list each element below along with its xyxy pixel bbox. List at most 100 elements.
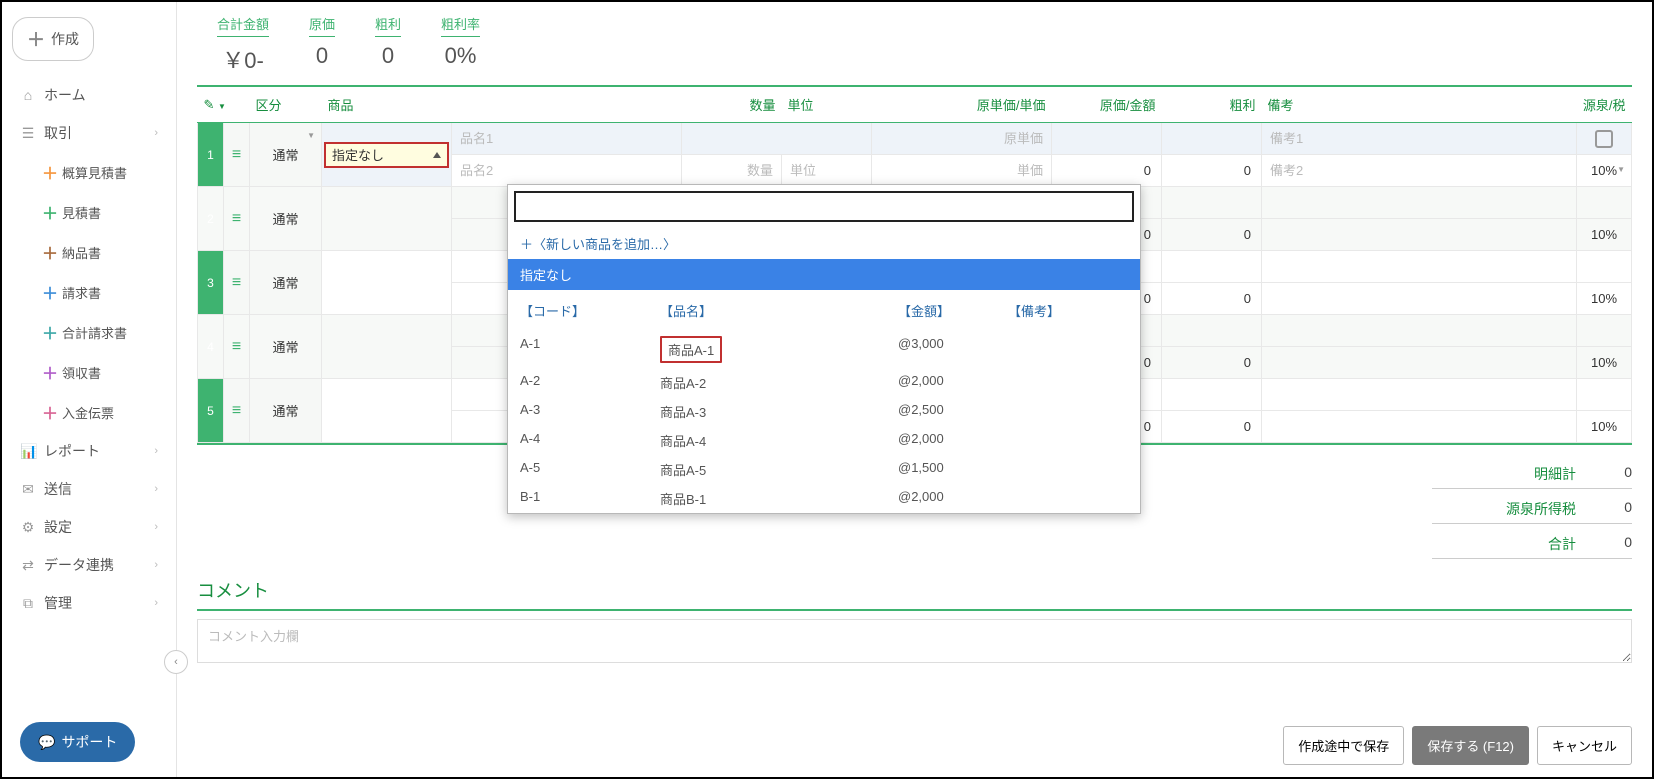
dropdown-item[interactable]: A-3商品A-3@2,500: [508, 397, 1140, 426]
caret-up-icon: [433, 152, 441, 158]
gross-amount-cell: 0: [1162, 283, 1262, 315]
sidebar-item-report[interactable]: 📊レポート›: [2, 432, 176, 470]
edit-icon[interactable]: ✎: [204, 97, 215, 112]
sidebar-item-admin[interactable]: ⧉管理›: [2, 584, 176, 622]
product-picker[interactable]: [322, 187, 452, 251]
product-search-input[interactable]: [514, 191, 1134, 222]
chevron-right-icon: ›: [154, 597, 158, 609]
sidebar-item-data-link[interactable]: ⇄データ連携›: [2, 546, 176, 584]
report-icon: 📊: [20, 443, 36, 460]
item-code: B-1: [508, 484, 648, 513]
drag-handle[interactable]: ≡: [224, 187, 250, 251]
summary-rate: 粗利率0%: [421, 14, 500, 75]
col-product: 商品: [322, 87, 682, 123]
unitprice-cell[interactable]: [872, 155, 1052, 187]
qty-cell[interactable]: [682, 155, 782, 187]
sidebar-sub-payment-slip[interactable]: ＋入金伝票: [2, 392, 176, 432]
sidebar-item-send[interactable]: ✉送信›: [2, 470, 176, 508]
dropdown-item[interactable]: A-2商品A-2@2,000: [508, 368, 1140, 397]
note1-cell[interactable]: [1262, 379, 1577, 411]
dropdown-item[interactable]: B-1商品B-1@2,000: [508, 484, 1140, 513]
withholding-checkbox[interactable]: [1577, 187, 1632, 219]
sidebar-item-transactions[interactable]: ☰ 取引 ›: [2, 114, 176, 152]
product-picker[interactable]: 指定なし: [322, 123, 452, 187]
save-draft-button[interactable]: 作成途中で保存: [1283, 726, 1404, 765]
dropdown-item[interactable]: A-4商品A-4@2,000: [508, 426, 1140, 455]
product-picker[interactable]: [322, 315, 452, 379]
col-unitcost: 原単価/単価: [872, 87, 1052, 123]
sidebar-sub-invoice[interactable]: ＋請求書: [2, 272, 176, 312]
product-picker[interactable]: [322, 379, 452, 443]
note1-cell[interactable]: [1262, 123, 1577, 155]
unit-cell[interactable]: [782, 155, 872, 187]
row-kind-select[interactable]: 通常: [250, 251, 322, 315]
cancel-button[interactable]: キャンセル: [1537, 726, 1632, 765]
amount-cell: 0: [1052, 155, 1162, 187]
col-qty: 数量: [682, 87, 782, 123]
tax-rate-select[interactable]: 10%: [1577, 283, 1632, 315]
product-name2-cell[interactable]: [452, 155, 682, 187]
sidebar-sub-estimate[interactable]: ＋見積書: [2, 192, 176, 232]
row-index: 2: [198, 187, 224, 251]
sidebar-sub-receipt[interactable]: ＋領収書: [2, 352, 176, 392]
unitcost-cell[interactable]: [872, 123, 1052, 155]
create-button[interactable]: ＋ 作成: [12, 17, 94, 61]
sidebar-sub-totalinvoice[interactable]: ＋合計請求書: [2, 312, 176, 352]
plus-icon: ＋: [42, 200, 56, 224]
sidebar-item-settings[interactable]: ⚙設定›: [2, 508, 176, 546]
gross-cell: [1162, 251, 1262, 283]
support-button[interactable]: 💬 サポート: [20, 722, 135, 762]
chevron-right-icon: ›: [154, 127, 158, 139]
item-note: [996, 455, 1140, 484]
note1-cell[interactable]: [1262, 187, 1577, 219]
item-name: 商品A-1: [648, 331, 886, 368]
withholding-checkbox[interactable]: [1577, 379, 1632, 411]
gross-amount-cell: 0: [1162, 411, 1262, 443]
create-label: 作成: [51, 29, 79, 49]
plus-icon: ＋: [42, 360, 56, 384]
row-kind-select[interactable]: 通常: [250, 379, 322, 443]
drag-handle[interactable]: ≡: [224, 379, 250, 443]
plus-icon: ＋: [42, 240, 56, 264]
gross-cell: [1162, 187, 1262, 219]
withholding-checkbox[interactable]: [1577, 251, 1632, 283]
tax-rate-select[interactable]: 10%: [1577, 411, 1632, 443]
note2-cell[interactable]: [1262, 283, 1577, 315]
note2-cell[interactable]: [1262, 155, 1577, 187]
note1-cell[interactable]: [1262, 251, 1577, 283]
drag-handle[interactable]: ≡: [224, 315, 250, 379]
tax-rate-select[interactable]: 10%: [1577, 219, 1632, 251]
row-kind-select[interactable]: 通常: [250, 315, 322, 379]
tax-rate-select[interactable]: 10%: [1577, 347, 1632, 379]
drag-handle[interactable]: ≡: [224, 123, 250, 187]
tax-rate-select[interactable]: 10%▼: [1577, 155, 1632, 187]
dropdown-item[interactable]: A-1商品A-1@3,000: [508, 331, 1140, 368]
product-picker[interactable]: [322, 251, 452, 315]
chevron-right-icon: ›: [154, 559, 158, 571]
dropdown-item[interactable]: A-5商品A-5@1,500: [508, 455, 1140, 484]
withholding-checkbox[interactable]: [1577, 123, 1632, 155]
withholding-checkbox[interactable]: [1577, 315, 1632, 347]
product-name1-cell[interactable]: [452, 123, 682, 155]
sidebar-sub-label: 請求書: [62, 283, 101, 302]
sidebar-sub-estimate-rough[interactable]: ＋概算見積書: [2, 152, 176, 192]
sidebar-sub-delivery[interactable]: ＋納品書: [2, 232, 176, 272]
item-code: A-4: [508, 426, 648, 455]
dropdown-selected[interactable]: 指定なし: [508, 259, 1140, 290]
note1-cell[interactable]: [1262, 315, 1577, 347]
save-button[interactable]: 保存する (F12): [1412, 726, 1529, 765]
comment-input[interactable]: [197, 619, 1632, 663]
home-icon: ⌂: [20, 87, 36, 103]
col-tax: 源泉/税: [1577, 87, 1632, 123]
row-kind-select[interactable]: 通常: [250, 187, 322, 251]
note2-cell[interactable]: [1262, 411, 1577, 443]
sidebar-sub-label: 合計請求書: [62, 323, 127, 342]
note2-cell[interactable]: [1262, 219, 1577, 251]
drag-handle[interactable]: ≡: [224, 251, 250, 315]
item-code: A-1: [508, 331, 648, 368]
add-new-product[interactable]: ＋〈新しい商品を追加…〉: [508, 228, 1140, 259]
row-kind-select[interactable]: 通常▼: [250, 123, 322, 187]
col-note: 備考: [1262, 87, 1577, 123]
sidebar-item-home[interactable]: ⌂ ホーム: [2, 76, 176, 114]
note2-cell[interactable]: [1262, 347, 1577, 379]
